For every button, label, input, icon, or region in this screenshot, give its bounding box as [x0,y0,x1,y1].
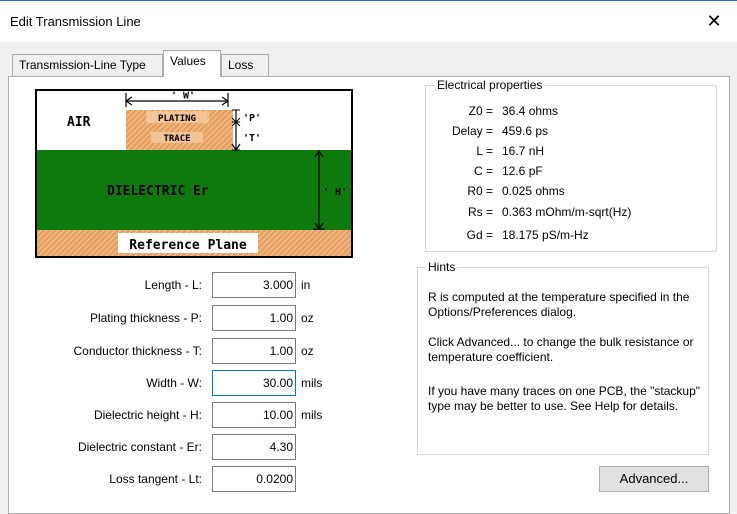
trace-label: TRACE [163,134,190,144]
loss-tangent-input[interactable]: 0.0200 [212,466,296,492]
dielectric-height-input[interactable]: 10.00 [212,402,296,428]
hint-paragraph: Click Advanced... to change the bulk res… [428,335,694,364]
tab-loss[interactable]: Loss [221,54,269,76]
air-label: AIR [67,115,91,130]
capacitance-value: 12.6 pF [502,164,543,178]
dielectric-label: DIELECTRIC Er [107,184,209,199]
close-icon[interactable]: ✕ [703,10,725,32]
cross-section-diagram: AIR ' W' PLATING TRACE 'P' 'T' DIELECTRI… [35,89,353,258]
hint-paragraph: R is computed at the temperature specifi… [428,290,690,319]
length-unit: in [301,278,311,292]
conductor-thickness-label: Conductor thickness - T: [73,344,202,358]
electrical-properties-title: Electrical properties [434,78,546,92]
conductor-thickness-input[interactable]: 1.00 [212,338,296,364]
r0-label: R0 = [467,184,493,198]
width-label: ' W' [171,90,195,101]
advanced-button[interactable]: Advanced... [599,466,709,492]
dielectric-height-label: Dielectric height - H: [93,408,202,422]
dielectric-constant-label: Dielectric constant - Er: [77,440,202,454]
dielectric-constant-input[interactable]: 4.30 [212,434,296,460]
r0-value: 0.025 ohms [502,184,565,198]
thickness-dim-label: 'T' [243,133,261,144]
plating-dim-label: 'P' [243,113,261,124]
width-label: Width - W: [146,376,202,390]
z0-value: 36.4 ohms [502,104,559,118]
gd-label: Gd = [466,228,493,242]
conductor-thickness-unit: oz [301,344,314,358]
rs-label: Rs = [467,205,493,219]
plating-thickness-unit: oz [301,311,314,325]
plating-thickness-label: Plating thickness - P: [89,311,202,325]
width-input[interactable]: 30.00 [212,370,296,396]
reference-plane-label: Reference Plane [129,238,247,253]
hint-paragraph: If you have many traces on one PCB, the … [428,384,700,413]
plating-label: PLATING [158,114,196,124]
inductance-label: L = [476,144,493,158]
rs-value: 0.363 mOhm/m-sqrt(Hz) [502,205,632,219]
dielectric-height-unit: mils [301,408,323,422]
delay-label: Delay = [451,124,493,138]
gd-value: 18.175 pS/m-Hz [502,228,589,242]
inductance-value: 16.7 nH [502,144,545,158]
hints-title: Hints [425,260,459,274]
plating-thickness-input[interactable]: 1.00 [212,305,296,331]
delay-value: 459.6 ps [502,124,549,138]
title-bar: Edit Transmission Line ✕ [0,0,737,42]
tab-values[interactable]: Values [163,50,221,77]
tab-transmission-line-type[interactable]: Transmission-Line Type [12,54,163,76]
length-input[interactable]: 3.000 [212,272,296,298]
width-unit: mils [301,376,323,390]
height-dim-label: ' H' [323,187,347,198]
capacitance-label: C = [473,164,493,178]
length-label: Length - L: [144,278,202,292]
loss-tangent-label: Loss tangent - Lt: [109,472,202,486]
z0-label: Z0 = [468,104,493,118]
window-title: Edit Transmission Line [10,14,141,29]
